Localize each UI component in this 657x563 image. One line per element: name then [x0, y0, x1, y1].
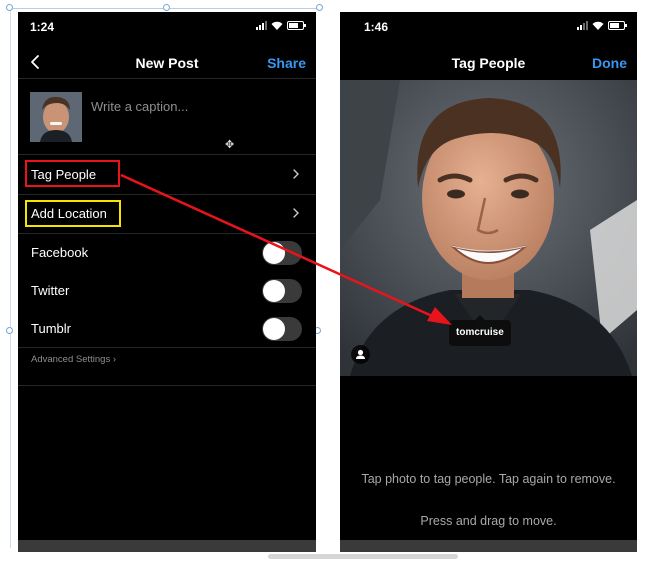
share-tumblr-row: Tumblr: [18, 310, 316, 348]
selection-handle-top-right[interactable]: [316, 4, 323, 11]
status-bar: 1:46: [340, 12, 637, 42]
person-icon[interactable]: [351, 345, 370, 364]
twitter-label: Twitter: [31, 283, 70, 298]
tumblr-label: Tumblr: [31, 321, 71, 336]
tag-people-highlight: [25, 160, 120, 187]
battery-icon: [287, 21, 306, 30]
wifi-icon: [271, 21, 283, 30]
advanced-settings-link[interactable]: Advanced Settings ›: [31, 354, 116, 365]
move-cursor-icon: ✥: [225, 139, 235, 151]
bottom-bar: [18, 540, 316, 552]
tag-hint-primary: Tap photo to tag people. Tap again to re…: [361, 472, 616, 486]
share-button[interactable]: Share: [267, 55, 306, 71]
nav-bar: New Post Share: [18, 46, 316, 78]
new-post-screen: 1:24 New Post Share Write a caption... ✥…: [18, 12, 316, 552]
status-icons: [577, 21, 627, 30]
caption-input[interactable]: Write a caption...: [91, 99, 188, 114]
chevron-right-icon: [293, 169, 299, 179]
status-time: 1:24: [30, 20, 55, 34]
tag-label[interactable]: tomcruise: [449, 315, 511, 346]
divider: [18, 78, 316, 79]
share-facebook-row: Facebook: [18, 234, 316, 272]
wifi-icon: [592, 21, 604, 30]
signal-icon: [577, 21, 588, 30]
battery-icon: [608, 21, 627, 30]
tag-hint-secondary: Press and drag to move.: [420, 514, 557, 528]
status-bar: 1:24: [18, 12, 316, 42]
selection-handle-top-mid[interactable]: [163, 4, 170, 11]
facebook-toggle[interactable]: [262, 241, 302, 265]
selection-handle-top-left[interactable]: [6, 4, 13, 11]
selection-outline-left: [10, 8, 11, 548]
nav-bar: Tag People Done: [340, 46, 637, 78]
facebook-label: Facebook: [31, 245, 89, 260]
selection-handle-mid-left[interactable]: [6, 327, 13, 334]
tumblr-toggle[interactable]: [262, 317, 302, 341]
divider: [18, 154, 316, 155]
signal-icon: [256, 21, 267, 30]
share-twitter-row: Twitter: [18, 272, 316, 310]
chevron-right-icon: [293, 208, 299, 218]
divider: [18, 347, 316, 348]
advanced-settings-label: Advanced Settings: [31, 354, 111, 365]
done-button[interactable]: Done: [592, 55, 627, 71]
tag-people-screen: 1:46 Tag People Done tomcruise Tap photo…: [340, 12, 637, 552]
status-time: 1:46: [364, 20, 389, 34]
bottom-bar: [340, 540, 637, 552]
canvas-scrollbar[interactable]: [268, 554, 458, 559]
add-location-highlight: [25, 200, 121, 227]
twitter-toggle[interactable]: [262, 279, 302, 303]
post-thumbnail: [30, 92, 82, 142]
divider: [18, 385, 316, 386]
status-icons: [256, 21, 306, 30]
